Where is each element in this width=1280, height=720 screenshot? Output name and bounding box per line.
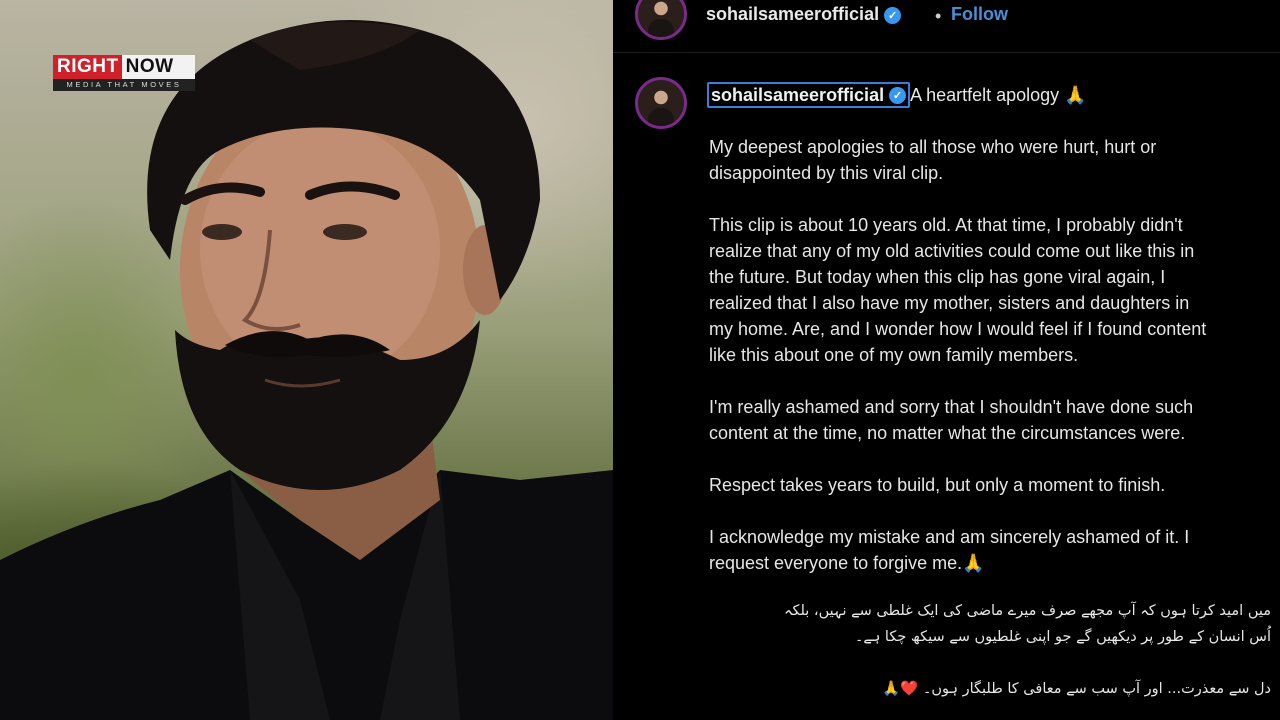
instagram-post-panel: sohailsameerofficial ✓ • Follow sohailsam… (613, 0, 1280, 720)
caption-line: This clip is about 10 years old. At that… (709, 215, 1183, 235)
caption-line: like this about one of my own family mem… (709, 345, 1079, 365)
caption-body: My deepest apologies to all those who we… (709, 134, 1280, 602)
avatar[interactable] (635, 0, 687, 40)
caption-username-link[interactable]: sohailsameerofficial ✓ (707, 82, 911, 108)
caption-line: realized that I also have my mother, sis… (709, 293, 1190, 313)
header-divider (613, 52, 1280, 53)
caption-title: A heartfelt apology 🙏 (910, 84, 1087, 105)
urdu-line: میں امید کرتا ہوں کہ آپ مجھے صرف میرے ما… (783, 603, 1271, 619)
caption-paragraph: I acknowledge my mistake and am sincerel… (709, 524, 1280, 576)
caption-header: sohailsameerofficial ✓ A heartfelt apolog… (707, 82, 1087, 108)
logo-right-text: RIGHT (53, 55, 122, 79)
urdu-line: دل سے معذرت... اور آپ سب سے معافی کا طلب… (882, 681, 1271, 697)
caption-avatar[interactable] (635, 77, 687, 129)
urdu-line: اُس انسان کے طور پر دیکھیں گے جو اپنی غل… (854, 629, 1271, 645)
caption-line: realize that any of my old activities co… (709, 241, 1195, 261)
portrait-illustration (0, 20, 613, 720)
caption-username-text[interactable]: sohailsameerofficial (711, 85, 884, 106)
caption-paragraph: My deepest apologies to all those who we… (709, 134, 1280, 186)
header-username-text[interactable]: sohailsameerofficial (706, 4, 879, 24)
separator-dot: • (935, 6, 942, 26)
follow-button[interactable]: Follow (951, 4, 1008, 25)
caption-line: my home. Are, and I wonder how I would f… (709, 319, 1207, 339)
verified-icon: ✓ (884, 6, 902, 24)
right-now-logo: RIGHT NOW MEDIA THAT MOVES (53, 55, 195, 93)
post-header: sohailsameerofficial ✓ • Follow (613, 0, 1280, 52)
caption-paragraph: This clip is about 10 years old. At that… (709, 212, 1280, 368)
caption-line: Respect takes years to build, but only a… (709, 475, 1166, 495)
verified-icon: ✓ (889, 86, 907, 104)
caption-line: the future. But today when this clip has… (709, 267, 1166, 287)
caption-paragraph: Respect takes years to build, but only a… (709, 472, 1280, 498)
caption-line: My deepest apologies to all those who we… (709, 137, 1157, 157)
caption-line: I acknowledge my mistake and am sincerel… (709, 527, 1190, 547)
logo-tagline: MEDIA THAT MOVES (53, 79, 195, 91)
caption-line: disappointed by this viral clip. (709, 163, 944, 183)
header-username[interactable]: sohailsameerofficial ✓ (706, 4, 902, 25)
urdu-closing-line: دل سے معذرت... اور آپ سب سے معافی کا طلب… (709, 676, 1271, 702)
logo-now-text: NOW (121, 55, 195, 79)
urdu-paragraph: میں امید کرتا ہوں کہ آپ مجھے صرف میرے ما… (709, 598, 1271, 650)
caption-line: content at the time, no matter what the … (709, 423, 1186, 443)
caption-line: request everyone to forgive me.🙏 (709, 553, 985, 573)
portrait-photo: RIGHT NOW MEDIA THAT MOVES (0, 0, 613, 720)
caption-paragraph: I'm really ashamed and sorry that I shou… (709, 394, 1280, 446)
caption-line: I'm really ashamed and sorry that I shou… (709, 397, 1194, 417)
